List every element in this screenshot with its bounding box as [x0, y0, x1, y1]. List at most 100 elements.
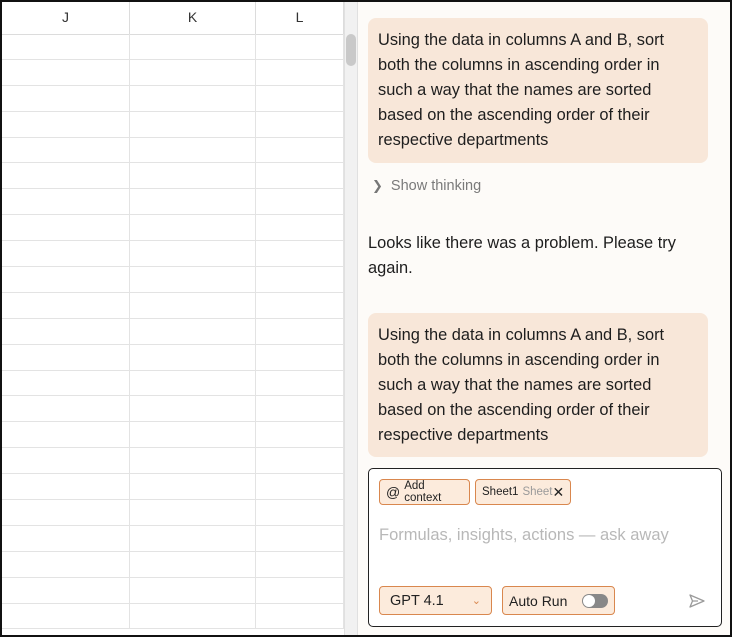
sheet-cell[interactable]: [256, 111, 344, 137]
user-message-text: Using the data in columns A and B, sort …: [378, 31, 665, 149]
sheet-cell[interactable]: [256, 551, 344, 577]
auto-run-toggle[interactable]: [582, 593, 608, 608]
sheet-row: [2, 551, 344, 578]
show-thinking-toggle[interactable]: ❯ Show thinking: [372, 178, 481, 194]
sheet-cell[interactable]: [130, 448, 256, 474]
assistant-chat-pane: Using the data in columns A and B, sort …: [358, 2, 730, 635]
sheet-cell[interactable]: [130, 215, 256, 241]
sheet-cell[interactable]: [256, 474, 344, 500]
sheet-cell[interactable]: [130, 422, 256, 448]
send-icon[interactable]: [689, 593, 705, 609]
sheet-vertical-scrollbar[interactable]: [344, 2, 358, 635]
sheet-cell[interactable]: [2, 111, 130, 137]
sheet-cell[interactable]: [256, 34, 344, 59]
sheet-cell[interactable]: [130, 344, 256, 370]
sheet-cell[interactable]: [2, 448, 130, 474]
sheet-cell[interactable]: [130, 163, 256, 189]
sheet-cell[interactable]: [256, 318, 344, 344]
toggle-knob: [583, 594, 595, 607]
sheet-row: [2, 111, 344, 138]
sheet-cell[interactable]: [2, 85, 130, 111]
sheet-cell[interactable]: [256, 189, 344, 215]
sheet-cell[interactable]: [2, 500, 130, 525]
sheet-cell[interactable]: [130, 318, 256, 344]
column-header-j[interactable]: J: [2, 2, 130, 34]
close-icon[interactable]: ✕: [553, 484, 565, 501]
sheet-row: [2, 215, 344, 242]
sheet-cell[interactable]: [256, 215, 344, 241]
sheet-cell[interactable]: [2, 577, 130, 603]
sheet-cell[interactable]: [130, 34, 256, 59]
column-header-l[interactable]: L: [256, 2, 344, 34]
sheet-cell[interactable]: [130, 85, 256, 111]
sheet-cell[interactable]: [2, 215, 130, 241]
sheet-cell[interactable]: [256, 500, 344, 525]
sheet-cell[interactable]: [130, 603, 256, 629]
sheet-row: [2, 85, 344, 112]
sheet-cell[interactable]: [130, 577, 256, 603]
sheet-row: [2, 163, 344, 190]
sheet-cell[interactable]: [130, 241, 256, 267]
sheet-cell[interactable]: [256, 422, 344, 448]
sheet-cell[interactable]: [2, 34, 130, 59]
sheet-cell[interactable]: [130, 292, 256, 318]
sheet-row: [2, 396, 344, 423]
sheet-cell[interactable]: [130, 137, 256, 163]
column-header-k[interactable]: K: [130, 2, 256, 34]
sheet-row: [2, 525, 344, 552]
sheet-cell[interactable]: [2, 551, 130, 577]
sheet-cell[interactable]: [2, 163, 130, 189]
sheet-cell[interactable]: [256, 267, 344, 292]
sheet-cell[interactable]: [2, 370, 130, 396]
sheet-cell[interactable]: [130, 189, 256, 215]
sheet-cell[interactable]: [2, 292, 130, 318]
sheet-cell[interactable]: [256, 525, 344, 551]
model-select[interactable]: GPT 4.1 ⌄: [379, 586, 492, 615]
sheet-cell[interactable]: [256, 163, 344, 189]
sheet-cell[interactable]: [2, 137, 130, 163]
sheet-cell[interactable]: [130, 474, 256, 500]
sheet-cell[interactable]: [130, 525, 256, 551]
at-sign-icon: @: [386, 484, 401, 500]
sheet-row: [2, 448, 344, 475]
sheet-row: [2, 500, 344, 526]
sheet-cell[interactable]: [2, 318, 130, 344]
chat-input[interactable]: [379, 526, 709, 545]
sheet-cell[interactable]: [2, 241, 130, 267]
sheet-cell[interactable]: [130, 267, 256, 292]
sheet-row: [2, 344, 344, 371]
sheet-cell[interactable]: [2, 422, 130, 448]
scrollbar-thumb[interactable]: [346, 34, 356, 66]
sheet-row: [2, 370, 344, 397]
sheet-cell[interactable]: [256, 85, 344, 111]
sheet-cell[interactable]: [256, 396, 344, 422]
sheet-cell[interactable]: [2, 267, 130, 292]
sheet-cell[interactable]: [2, 603, 130, 629]
sheet-cell[interactable]: [256, 292, 344, 318]
sheet-cell[interactable]: [2, 59, 130, 85]
sheet-cell[interactable]: [256, 448, 344, 474]
sheet-row: [2, 474, 344, 501]
sheet-cell[interactable]: [256, 344, 344, 370]
sheet-cell[interactable]: [2, 525, 130, 551]
sheet-cell[interactable]: [2, 396, 130, 422]
sheet-cell[interactable]: [2, 474, 130, 500]
context-chip-name: Sheet1: [482, 486, 519, 498]
sheet-cell[interactable]: [130, 396, 256, 422]
sheet-cell[interactable]: [256, 137, 344, 163]
sheet-cell[interactable]: [256, 577, 344, 603]
sheet-cell[interactable]: [130, 59, 256, 85]
sheet-cell[interactable]: [130, 500, 256, 525]
sheet-cell[interactable]: [256, 241, 344, 267]
cell-grid: [2, 34, 344, 630]
spreadsheet-pane: J K L: [2, 2, 344, 635]
sheet-cell[interactable]: [130, 551, 256, 577]
sheet-cell[interactable]: [256, 603, 344, 629]
sheet-cell[interactable]: [2, 189, 130, 215]
sheet-cell[interactable]: [256, 370, 344, 396]
add-context-button[interactable]: @ Add context: [379, 479, 470, 505]
sheet-cell[interactable]: [130, 111, 256, 137]
sheet-cell[interactable]: [256, 59, 344, 85]
sheet-cell[interactable]: [2, 344, 130, 370]
sheet-cell[interactable]: [130, 370, 256, 396]
